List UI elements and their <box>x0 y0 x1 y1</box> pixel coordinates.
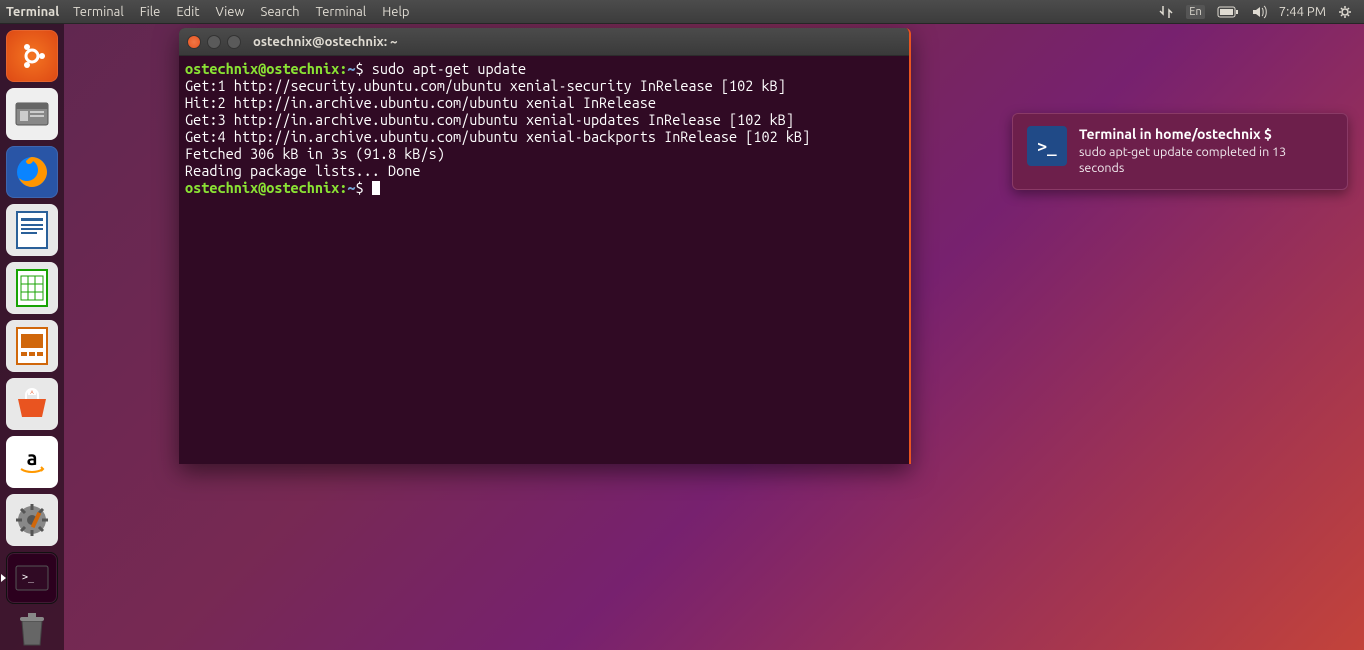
notification-content: Terminal in home/ostechnix $ sudo apt-ge… <box>1079 126 1333 177</box>
notification-title: Terminal in home/ostechnix $ <box>1079 126 1333 142</box>
top-menu-bar: Terminal Terminal File Edit View Search … <box>0 0 1364 24</box>
svg-text:>_: >_ <box>22 572 35 583</box>
menu-search[interactable]: Search <box>261 5 300 19</box>
prompt-user: ostechnix@ostechnix <box>185 60 339 77</box>
output-line: Get:1 http://security.ubuntu.com/ubuntu … <box>185 77 786 94</box>
launcher-files[interactable] <box>6 88 58 140</box>
terminal-titlebar[interactable]: ostechnix@ostechnix: ~ <box>179 28 909 56</box>
terminal-window: ostechnix@ostechnix: ~ ostechnix@ostechn… <box>179 28 911 464</box>
entered-command: sudo apt-get update <box>372 60 526 77</box>
network-icon[interactable] <box>1158 4 1174 20</box>
notification[interactable]: >_ Terminal in home/ostechnix $ sudo apt… <box>1012 113 1348 190</box>
prompt-path: ~ <box>347 179 355 196</box>
output-line: Fetched 306 kB in 3s (91.8 kB/s) <box>185 145 445 162</box>
launcher-libreoffice-impress[interactable] <box>6 320 58 372</box>
desktop: ostechnix@ostechnix: ~ ostechnix@ostechn… <box>64 24 1364 650</box>
window-maximize-button[interactable] <box>227 35 241 49</box>
launcher-amazon[interactable]: a <box>6 436 58 488</box>
menu-terminal[interactable]: Terminal <box>73 5 124 19</box>
menu-terminal-2[interactable]: Terminal <box>316 5 367 19</box>
output-line: Get:3 http://in.archive.ubuntu.com/ubunt… <box>185 111 794 128</box>
prompt-path: ~ <box>347 60 355 77</box>
notification-terminal-icon: >_ <box>1027 126 1067 166</box>
gear-icon[interactable] <box>1338 5 1352 19</box>
output-line: Get:4 http://in.archive.ubuntu.com/ubunt… <box>185 128 810 145</box>
menu-edit[interactable]: Edit <box>176 5 199 19</box>
launcher-trash[interactable] <box>6 610 58 650</box>
notification-body: sudo apt-get update completed in 13 seco… <box>1079 144 1333 177</box>
terminal-title: ostechnix@ostechnix: ~ <box>253 35 397 49</box>
output-line: Hit:2 http://in.archive.ubuntu.com/ubunt… <box>185 94 656 111</box>
clock[interactable]: 7:44 PM <box>1279 5 1326 19</box>
launcher-libreoffice-writer[interactable] <box>6 204 58 256</box>
launcher-ubuntu-software[interactable]: A <box>6 378 58 430</box>
active-app-name: Terminal <box>6 5 59 19</box>
output-line: Reading package lists... Done <box>185 162 420 179</box>
unity-launcher: A a >_ <box>0 24 64 650</box>
window-minimize-button[interactable] <box>207 35 221 49</box>
launcher-firefox[interactable] <box>6 146 58 198</box>
launcher-system-settings[interactable] <box>6 494 58 546</box>
terminal-body[interactable]: ostechnix@ostechnix:~$ sudo apt-get upda… <box>179 56 909 200</box>
launcher-ubuntu-dash[interactable] <box>6 30 58 82</box>
launcher-libreoffice-calc[interactable] <box>6 262 58 314</box>
language-indicator[interactable]: En <box>1186 5 1204 19</box>
window-close-button[interactable] <box>187 35 201 49</box>
launcher-terminal[interactable]: >_ <box>6 552 58 604</box>
battery-icon[interactable] <box>1217 6 1239 18</box>
menu-file[interactable]: File <box>140 5 161 19</box>
prompt-user: ostechnix@ostechnix <box>185 179 339 196</box>
menu-view[interactable]: View <box>215 5 244 19</box>
cursor <box>372 181 380 195</box>
menu-help[interactable]: Help <box>382 5 409 19</box>
volume-icon[interactable] <box>1251 4 1267 20</box>
svg-text:a: a <box>27 446 38 469</box>
